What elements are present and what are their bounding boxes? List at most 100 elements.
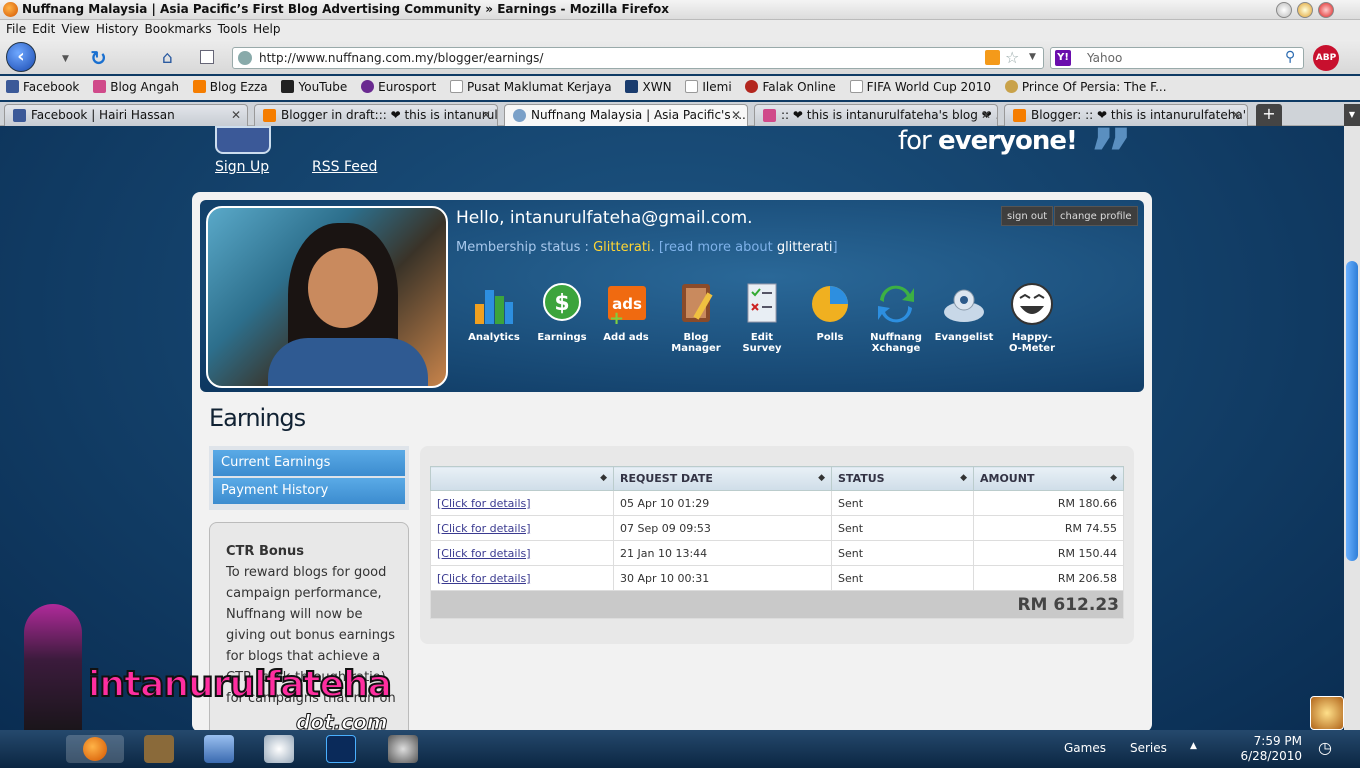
close-tab-icon[interactable]: ✕ xyxy=(981,108,991,122)
tab-blog[interactable]: :: ❤ this is intanurulfateha's blog ❤ ..… xyxy=(754,104,998,126)
bookmark-facebook[interactable]: Facebook xyxy=(6,80,79,94)
search-input[interactable]: Yahoo xyxy=(1087,51,1122,65)
menu-history[interactable]: History xyxy=(96,22,139,36)
tab-nuffnang[interactable]: Nuffnang Malaysia | Asia Pacific's ... ✕ xyxy=(504,104,748,126)
read-more-link[interactable]: [read more about glitterati] xyxy=(659,240,838,255)
edit-survey-button[interactable]: Edit Survey xyxy=(730,282,794,354)
sign-up-link[interactable]: Sign Up xyxy=(215,159,269,175)
taskbar-app-icon[interactable] xyxy=(388,735,418,763)
scrollbar-thumb[interactable] xyxy=(1346,261,1358,561)
taskbar-photoshop-icon[interactable] xyxy=(326,735,356,763)
home-icon[interactable]: ⌂ xyxy=(162,48,173,68)
close-tab-icon[interactable]: ✕ xyxy=(481,108,491,122)
bookmark-pusat-maklumat[interactable]: Pusat Maklumat Kerjaya xyxy=(450,80,612,94)
menu-edit[interactable]: Edit xyxy=(32,22,55,36)
bookmark-prince-of-persia[interactable]: Prince Of Persia: The F... xyxy=(1004,80,1167,94)
bookmark-blog-ezza[interactable]: Blog Ezza xyxy=(192,80,268,94)
clock-icon[interactable]: ◷ xyxy=(1318,738,1332,757)
happy-o-meter-button[interactable]: Happy- O-Meter xyxy=(1000,282,1064,354)
tab-blogger-draft[interactable]: Blogger in draft::: ❤ this is intanurul.… xyxy=(254,104,498,126)
search-icon[interactable]: ⚲ xyxy=(1285,49,1295,65)
forward-dropdown-icon[interactable]: ▼ xyxy=(62,54,69,64)
new-tab-button[interactable]: + xyxy=(1256,104,1282,126)
analytics-button[interactable]: Analytics xyxy=(462,282,526,343)
svg-text:+: + xyxy=(609,308,624,326)
close-button[interactable] xyxy=(1318,2,1334,18)
url-bar[interactable]: http://www.nuffnang.com.my/blogger/earni… xyxy=(232,47,1044,69)
tab-list-dropdown-icon[interactable]: ▼ xyxy=(1344,104,1360,126)
sort-icon[interactable]: ◆ xyxy=(1110,473,1117,483)
page-icon[interactable] xyxy=(200,50,214,64)
close-tab-icon[interactable]: ✕ xyxy=(231,108,241,122)
bookmark-falak-online[interactable]: Falak Online xyxy=(745,80,836,94)
blog-manager-button[interactable]: Blog Manager xyxy=(664,282,728,354)
reload-icon[interactable]: ↻ xyxy=(90,46,107,70)
amount: RM 180.66 xyxy=(973,490,1124,516)
menu-bar: File Edit View History Bookmarks Tools Help xyxy=(0,20,1360,40)
taskbar-itunes-icon[interactable] xyxy=(264,735,294,763)
bookmark-youtube[interactable]: YouTube xyxy=(281,80,347,94)
rss-feed-link[interactable]: RSS Feed xyxy=(312,159,377,175)
site-identity-icon[interactable] xyxy=(238,51,252,65)
corner-widget-icon[interactable] xyxy=(1310,696,1344,730)
bookmark-fifa[interactable]: FIFA World Cup 2010 xyxy=(849,80,991,94)
system-clock[interactable]: 7:59 PM 6/28/2010 xyxy=(1236,734,1302,764)
maximize-button[interactable] xyxy=(1297,2,1313,18)
close-tab-icon[interactable]: ✕ xyxy=(1231,108,1241,122)
details-link[interactable]: [Click for details] xyxy=(430,515,614,541)
menu-file[interactable]: File xyxy=(6,22,26,36)
taskbar-series[interactable]: Series xyxy=(1130,741,1167,755)
yahoo-icon[interactable]: Y! xyxy=(1055,50,1071,66)
tray-expand-icon[interactable]: ▲ xyxy=(1190,741,1197,751)
facebook-icon[interactable] xyxy=(215,126,271,154)
adblock-plus-icon[interactable]: ABP xyxy=(1313,45,1339,71)
details-link[interactable]: [Click for details] xyxy=(430,540,614,566)
col-header-status[interactable]: STATUS ◆ xyxy=(831,466,974,491)
tab-facebook[interactable]: Facebook | Hairi Hassan ✕ xyxy=(4,104,248,126)
bookmark-ilemi[interactable]: Ilemi xyxy=(685,80,732,94)
menu-view[interactable]: View xyxy=(61,22,89,36)
dropdown-icon[interactable]: ▼ xyxy=(1029,52,1036,62)
nav-payment-history[interactable]: Payment History xyxy=(213,478,405,504)
tab-blogger[interactable]: Blogger: :: ❤ this is intanurulfateha'..… xyxy=(1004,104,1248,126)
bookmark-xwn[interactable]: XWN xyxy=(625,80,672,94)
col-header-amount[interactable]: AMOUNT ◆ xyxy=(973,466,1124,491)
vertical-scrollbar[interactable] xyxy=(1344,126,1360,730)
col-header-details[interactable]: ◆ xyxy=(430,466,614,491)
nav-current-earnings[interactable]: Current Earnings xyxy=(213,450,405,476)
facebook-icon xyxy=(13,109,26,122)
earnings-button[interactable]: $ Earnings xyxy=(530,282,594,343)
star-icon[interactable]: ☆ xyxy=(1005,48,1019,67)
sort-icon[interactable]: ◆ xyxy=(600,473,607,483)
earnings-sidenav: Current Earnings Payment History xyxy=(209,446,409,510)
back-button[interactable]: ‹ xyxy=(6,42,36,72)
taskbar-finder-icon[interactable] xyxy=(204,735,234,763)
checklist-icon xyxy=(747,283,777,323)
col-header-request-date[interactable]: REQUEST DATE ◆ xyxy=(613,466,832,491)
menu-bookmarks[interactable]: Bookmarks xyxy=(145,22,212,36)
close-tab-icon[interactable]: ✕ xyxy=(731,108,741,122)
url-text[interactable]: http://www.nuffnang.com.my/blogger/earni… xyxy=(259,51,543,65)
tab-bar: Facebook | Hairi Hassan ✕ Blogger in draf… xyxy=(0,102,1360,126)
evangelist-button[interactable]: Evangelist xyxy=(932,282,996,343)
bookmark-eurosport[interactable]: Eurosport xyxy=(361,80,436,94)
sort-icon[interactable]: ◆ xyxy=(818,473,825,483)
taskbar-mail-icon[interactable] xyxy=(144,735,174,763)
details-link[interactable]: [Click for details] xyxy=(430,565,614,591)
add-ads-button[interactable]: ads + Add ads xyxy=(594,282,658,343)
nuffnang-xchange-button[interactable]: Nuffnang Xchange xyxy=(864,282,928,354)
taskbar-games[interactable]: Games xyxy=(1064,741,1106,755)
search-bar[interactable]: Y! Yahoo ⚲ xyxy=(1050,47,1304,69)
details-link[interactable]: [Click for details] xyxy=(430,490,614,516)
minimize-button[interactable] xyxy=(1276,2,1292,18)
taskbar-firefox[interactable] xyxy=(66,735,124,763)
menu-help[interactable]: Help xyxy=(253,22,280,36)
sort-icon[interactable]: ◆ xyxy=(960,473,967,483)
sign-out-button[interactable]: sign out xyxy=(1001,206,1054,226)
page-title: Earnings xyxy=(209,404,306,432)
polls-button[interactable]: Polls xyxy=(798,282,862,343)
bookmark-blog-angah[interactable]: Blog Angah xyxy=(93,80,179,94)
rss-icon[interactable] xyxy=(985,50,1000,65)
menu-tools[interactable]: Tools xyxy=(218,22,248,36)
change-profile-button[interactable]: change profile xyxy=(1054,206,1138,226)
